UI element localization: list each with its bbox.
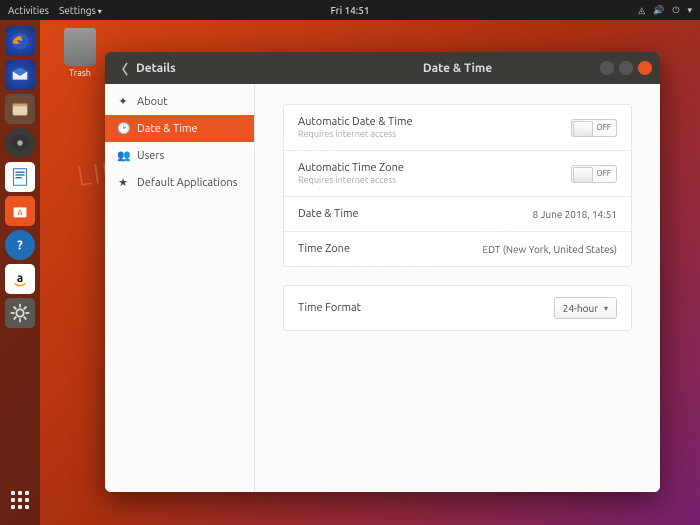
activities-button[interactable]: Activities (8, 5, 49, 16)
maximize-button[interactable] (619, 61, 633, 75)
about-icon: ✦ (117, 95, 129, 108)
sidebar-item-label: Users (137, 150, 164, 162)
sidebar-item-label: About (137, 96, 168, 108)
users-icon: 👥 (117, 149, 129, 162)
power-icon[interactable]: ⏻ (672, 5, 679, 16)
row-title: Automatic Time Zone (298, 162, 571, 174)
time-format-combo[interactable]: 24-hour (554, 297, 617, 319)
content-area: Automatic Date & Time Requires internet … (255, 84, 660, 492)
row-auto-timezone[interactable]: Automatic Time Zone Requires internet ac… (284, 151, 631, 197)
top-panel: Activities Settings Fri 14:51 ◬ 🔊 ⏻ ▾ (0, 0, 700, 20)
row-datetime[interactable]: Date & Time 8 June 2018, 14:51 (284, 197, 631, 232)
auto-timezone-toggle[interactable]: OFF (571, 165, 617, 183)
dock-rhythmbox[interactable] (5, 128, 35, 158)
svg-text:?: ? (17, 239, 23, 253)
clock[interactable]: Fri 14:51 (330, 5, 369, 16)
row-title: Automatic Date & Time (298, 116, 571, 128)
dock-amazon[interactable]: a (5, 264, 35, 294)
row-time-format: Time Format 24-hour (284, 286, 631, 330)
sidebar-item-date-time[interactable]: 🕑 Date & Time (105, 115, 254, 142)
network-icon[interactable]: ◬ (638, 5, 645, 16)
dock-help[interactable]: ? (5, 230, 35, 260)
sidebar-item-label: Default Applications (137, 177, 237, 189)
dock-settings[interactable] (5, 298, 35, 328)
datetime-panel: Automatic Date & Time Requires internet … (283, 104, 632, 267)
minimize-button[interactable] (600, 61, 614, 75)
row-subtitle: Requires internet access (298, 175, 571, 185)
row-title: Date & Time (298, 208, 533, 220)
format-panel: Time Format 24-hour (283, 285, 632, 331)
volume-icon[interactable]: 🔊 (653, 5, 664, 16)
svg-text:a: a (17, 272, 23, 285)
datetime-value: 8 June 2018, 14:51 (533, 209, 617, 220)
dock-software[interactable]: A (5, 196, 35, 226)
close-button[interactable] (638, 61, 652, 75)
back-button[interactable]: 〈 (115, 59, 128, 78)
row-auto-datetime[interactable]: Automatic Date & Time Requires internet … (284, 105, 631, 151)
titlebar[interactable]: 〈 Details Date & Time (105, 52, 660, 84)
sidebar-item-users[interactable]: 👥 Users (105, 142, 254, 169)
sidebar: ✦ About 🕑 Date & Time 👥 Users ★ Default … (105, 84, 255, 492)
svg-text:A: A (17, 208, 23, 218)
desktop-trash[interactable]: Trash (55, 28, 105, 78)
row-title: Time Format (298, 302, 554, 314)
row-title: Time Zone (298, 243, 482, 255)
system-menu-chevron-icon[interactable]: ▾ (687, 5, 692, 16)
trash-label: Trash (55, 68, 105, 78)
dock-writer[interactable] (5, 162, 35, 192)
settings-window: 〈 Details Date & Time ✦ About 🕑 Date & T… (105, 52, 660, 492)
section-title: Details (136, 62, 176, 75)
auto-datetime-toggle[interactable]: OFF (571, 119, 617, 137)
row-subtitle: Requires internet access (298, 129, 571, 139)
sidebar-item-default-apps[interactable]: ★ Default Applications (105, 169, 254, 196)
trash-icon (64, 28, 96, 66)
dock-thunderbird[interactable] (5, 60, 35, 90)
sidebar-item-label: Date & Time (137, 123, 198, 135)
dock-firefox[interactable] (5, 26, 35, 56)
dock: A ? a (0, 20, 40, 525)
app-menu[interactable]: Settings (59, 5, 102, 16)
dock-files[interactable] (5, 94, 35, 124)
window-title: Date & Time (423, 62, 492, 75)
timezone-value: EDT (New York, United States) (482, 244, 617, 255)
sidebar-item-about[interactable]: ✦ About (105, 88, 254, 115)
clock-icon: 🕑 (117, 122, 129, 135)
star-icon: ★ (117, 176, 129, 189)
show-applications-button[interactable] (5, 485, 35, 515)
row-timezone[interactable]: Time Zone EDT (New York, United States) (284, 232, 631, 266)
